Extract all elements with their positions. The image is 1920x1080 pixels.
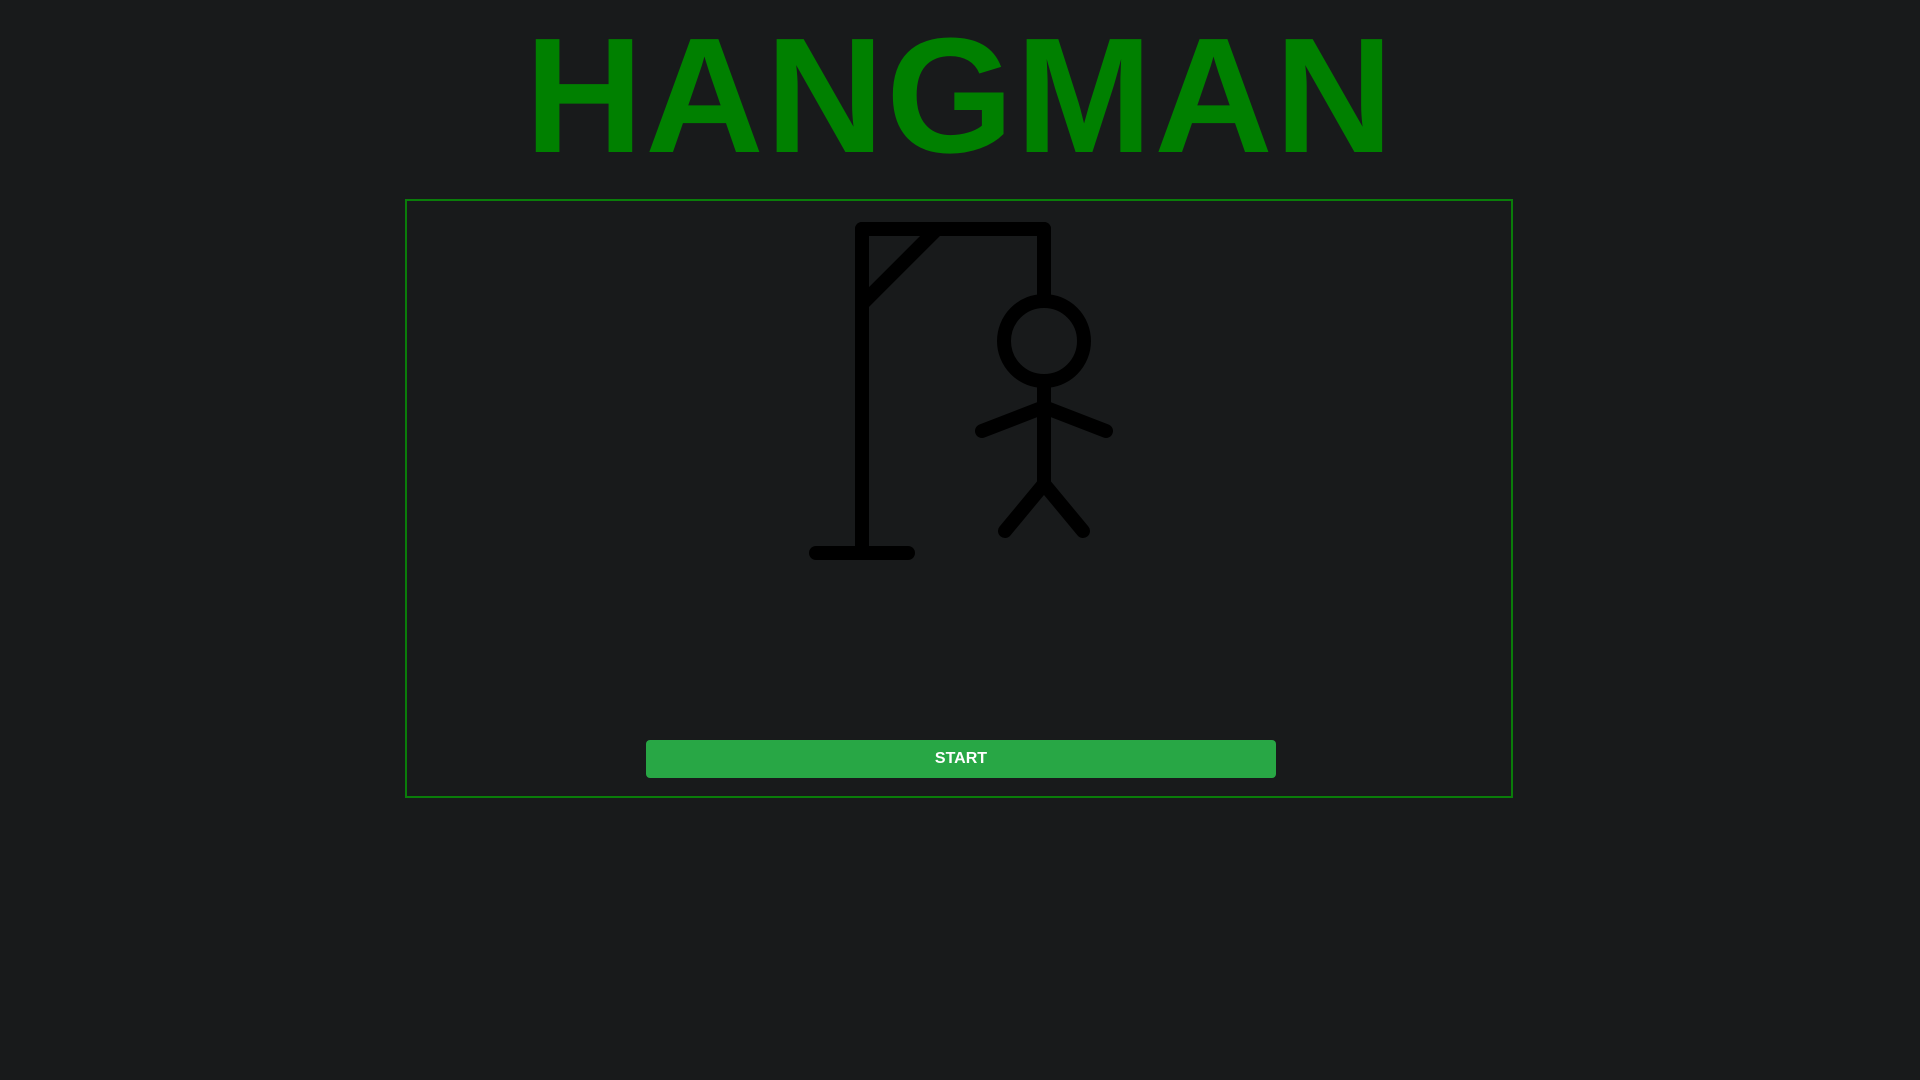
- gallows-brace: [855, 222, 944, 311]
- game-title: HANGMAN: [524, 4, 1396, 187]
- hangman-left-arm: [975, 400, 1051, 438]
- hangman-left-leg: [998, 477, 1051, 538]
- hangman-right-arm: [1037, 400, 1113, 438]
- hangman-drawing: [809, 222, 1113, 560]
- hangman-right-leg: [1037, 477, 1090, 538]
- hangman-head: [997, 294, 1091, 388]
- game-panel: START: [405, 199, 1513, 798]
- start-button[interactable]: START: [646, 740, 1276, 778]
